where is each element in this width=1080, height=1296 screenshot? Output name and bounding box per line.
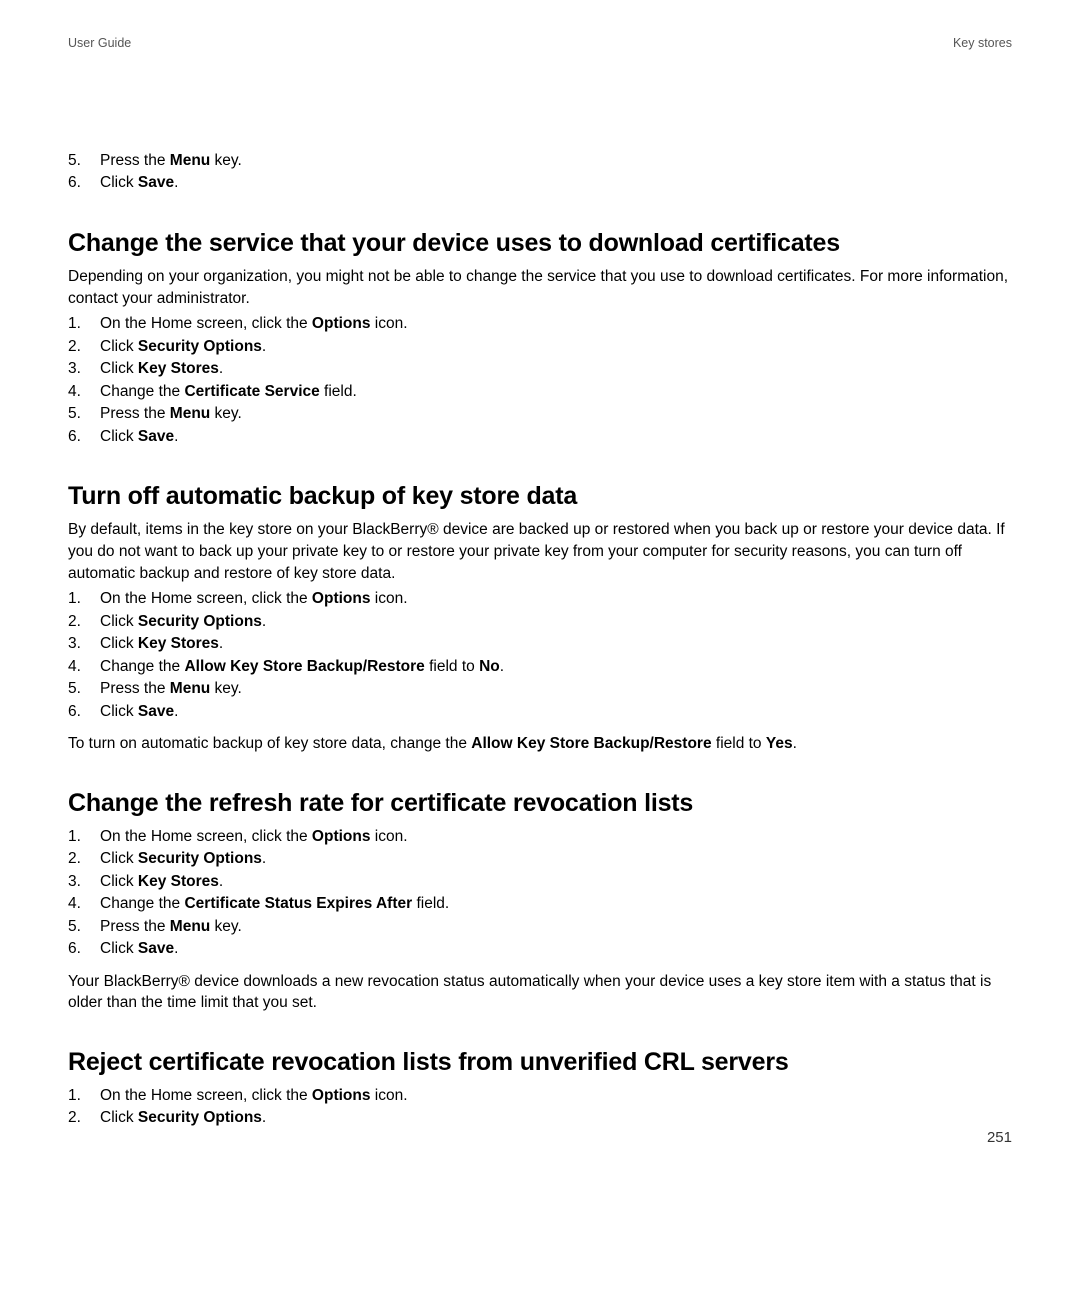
step-item: Click Security Options. (68, 848, 1012, 870)
steps-list-1: On the Home screen, click the Options ic… (68, 313, 1012, 448)
steps-list-3: On the Home screen, click the Options ic… (68, 826, 1012, 961)
step-item: Click Key Stores. (68, 358, 1012, 380)
section-description: By default, items in the key store on yo… (68, 519, 1012, 584)
section-4: Reject certificate revocation lists from… (68, 1048, 1012, 1130)
page-header: User Guide Key stores (68, 36, 1012, 50)
follow-up-text: To turn on automatic backup of key store… (68, 733, 1012, 755)
step-item: On the Home screen, click the Options ic… (68, 588, 1012, 610)
section-2: Turn off automatic backup of key store d… (68, 482, 1012, 755)
steps-list-2: On the Home screen, click the Options ic… (68, 588, 1012, 723)
section-heading: Change the refresh rate for certificate … (68, 789, 1012, 818)
step-item: On the Home screen, click the Options ic… (68, 826, 1012, 848)
step-item: On the Home screen, click the Options ic… (68, 1085, 1012, 1107)
header-right: Key stores (953, 36, 1012, 50)
step-item: On the Home screen, click the Options ic… (68, 313, 1012, 335)
step-item: Press the Menu key. (68, 916, 1012, 938)
intro-steps-list: Press the Menu key.Click Save. (68, 150, 1012, 195)
section-1: Change the service that your device uses… (68, 229, 1012, 448)
step-item: Press the Menu key. (68, 403, 1012, 425)
step-item: Click Key Stores. (68, 633, 1012, 655)
step-item: Click Security Options. (68, 611, 1012, 633)
step-item: Press the Menu key. (68, 678, 1012, 700)
step-item: Change the Certificate Status Expires Af… (68, 893, 1012, 915)
header-left: User Guide (68, 36, 131, 50)
step-item: Change the Certificate Service field. (68, 381, 1012, 403)
step-item: Click Save. (68, 172, 1012, 194)
step-item: Click Save. (68, 701, 1012, 723)
section-heading: Turn off automatic backup of key store d… (68, 482, 1012, 511)
step-item: Click Save. (68, 938, 1012, 960)
section-description: Depending on your organization, you migh… (68, 266, 1012, 309)
section-heading: Change the service that your device uses… (68, 229, 1012, 258)
step-item: Click Save. (68, 426, 1012, 448)
step-item: Click Key Stores. (68, 871, 1012, 893)
page-number: 251 (987, 1129, 1012, 1146)
step-item: Press the Menu key. (68, 150, 1012, 172)
step-item: Click Security Options. (68, 1107, 1012, 1129)
section-3: Change the refresh rate for certificate … (68, 789, 1012, 1014)
step-item: Change the Allow Key Store Backup/Restor… (68, 656, 1012, 678)
section-heading: Reject certificate revocation lists from… (68, 1048, 1012, 1077)
follow-up-text: Your BlackBerry® device downloads a new … (68, 971, 1012, 1014)
steps-list-4: On the Home screen, click the Options ic… (68, 1085, 1012, 1130)
step-item: Click Security Options. (68, 336, 1012, 358)
